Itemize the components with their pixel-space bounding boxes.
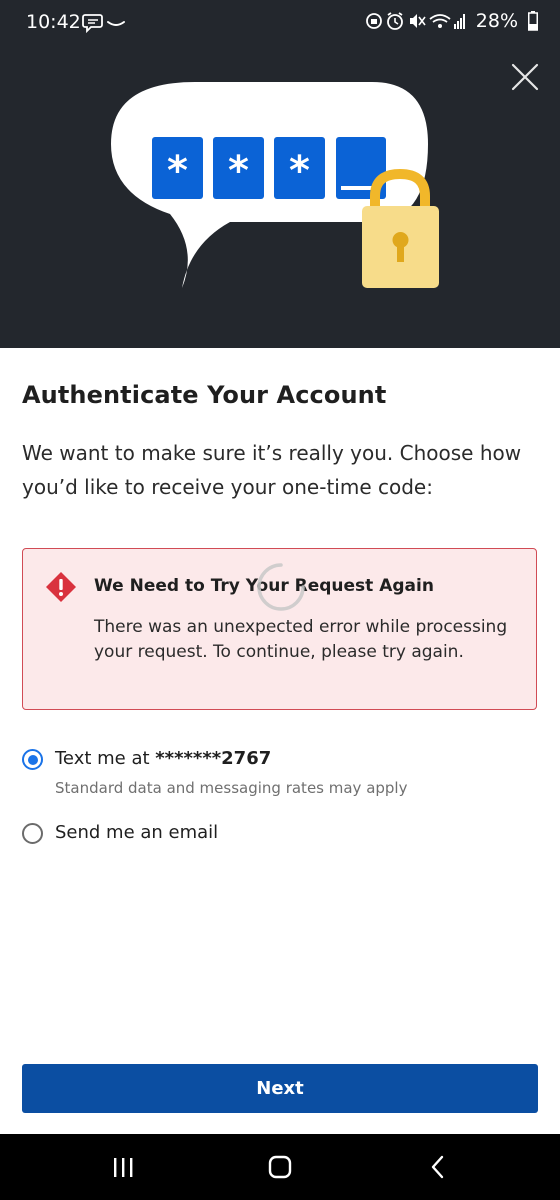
error-alert: We Need to Try Your Request Again There …	[22, 548, 537, 710]
code-cursor	[341, 186, 375, 190]
mute-icon	[409, 14, 426, 28]
code-char-1: *	[167, 148, 188, 194]
close-icon[interactable]	[510, 62, 540, 92]
status-indicator-icons	[365, 12, 465, 30]
recent-apps-icon[interactable]	[93, 1150, 153, 1184]
option-email-label: Send me an email	[55, 822, 219, 843]
page-title: Authenticate Your Account	[22, 381, 387, 409]
option-text-prefix: Text me at	[55, 748, 156, 769]
option-email[interactable]: Send me an email	[22, 822, 522, 849]
status-notification-icons	[82, 12, 128, 38]
code-lock-illustration: * * *	[111, 82, 439, 288]
loading-spinner-icon	[257, 563, 305, 611]
option-text-message[interactable]: Text me at *******2767 Standard data and…	[22, 748, 522, 805]
wifi-icon	[429, 14, 451, 28]
system-nav-bar	[0, 1134, 560, 1200]
signal-icon	[453, 14, 465, 29]
code-char-3: *	[289, 148, 310, 194]
error-message: There was an unexpected error while proc…	[94, 617, 508, 662]
amazon-smile-icon	[107, 21, 125, 26]
status-right-icons: 28%	[365, 10, 538, 32]
back-icon[interactable]	[407, 1150, 467, 1184]
page-subtitle: We want to make sure it’s really you. Ch…	[22, 441, 522, 499]
code-char-2: *	[228, 148, 249, 194]
message-icon	[82, 14, 125, 34]
option-text-note: Standard data and messaging rates may ap…	[55, 779, 408, 797]
alarm-clock-icon	[386, 12, 403, 30]
battery-percent: 28%	[475, 10, 518, 32]
status-time: 10:42	[26, 11, 81, 33]
masked-phone-number: *******2767	[155, 748, 272, 769]
alarm-lock-icon	[365, 13, 382, 29]
radio-email[interactable]	[22, 823, 43, 844]
battery-icon	[528, 11, 538, 31]
option-text-label: Text me at *******2767	[55, 748, 271, 769]
warning-diamond-icon	[46, 572, 76, 602]
radio-text-message[interactable]	[22, 749, 43, 770]
auth-form: Authenticate Your Account We want to mak…	[0, 348, 560, 1134]
home-icon[interactable]	[250, 1150, 310, 1184]
hero-banner: * * *	[0, 44, 560, 348]
status-bar: 10:42 28%	[0, 0, 560, 44]
next-button[interactable]: Next	[22, 1064, 538, 1113]
